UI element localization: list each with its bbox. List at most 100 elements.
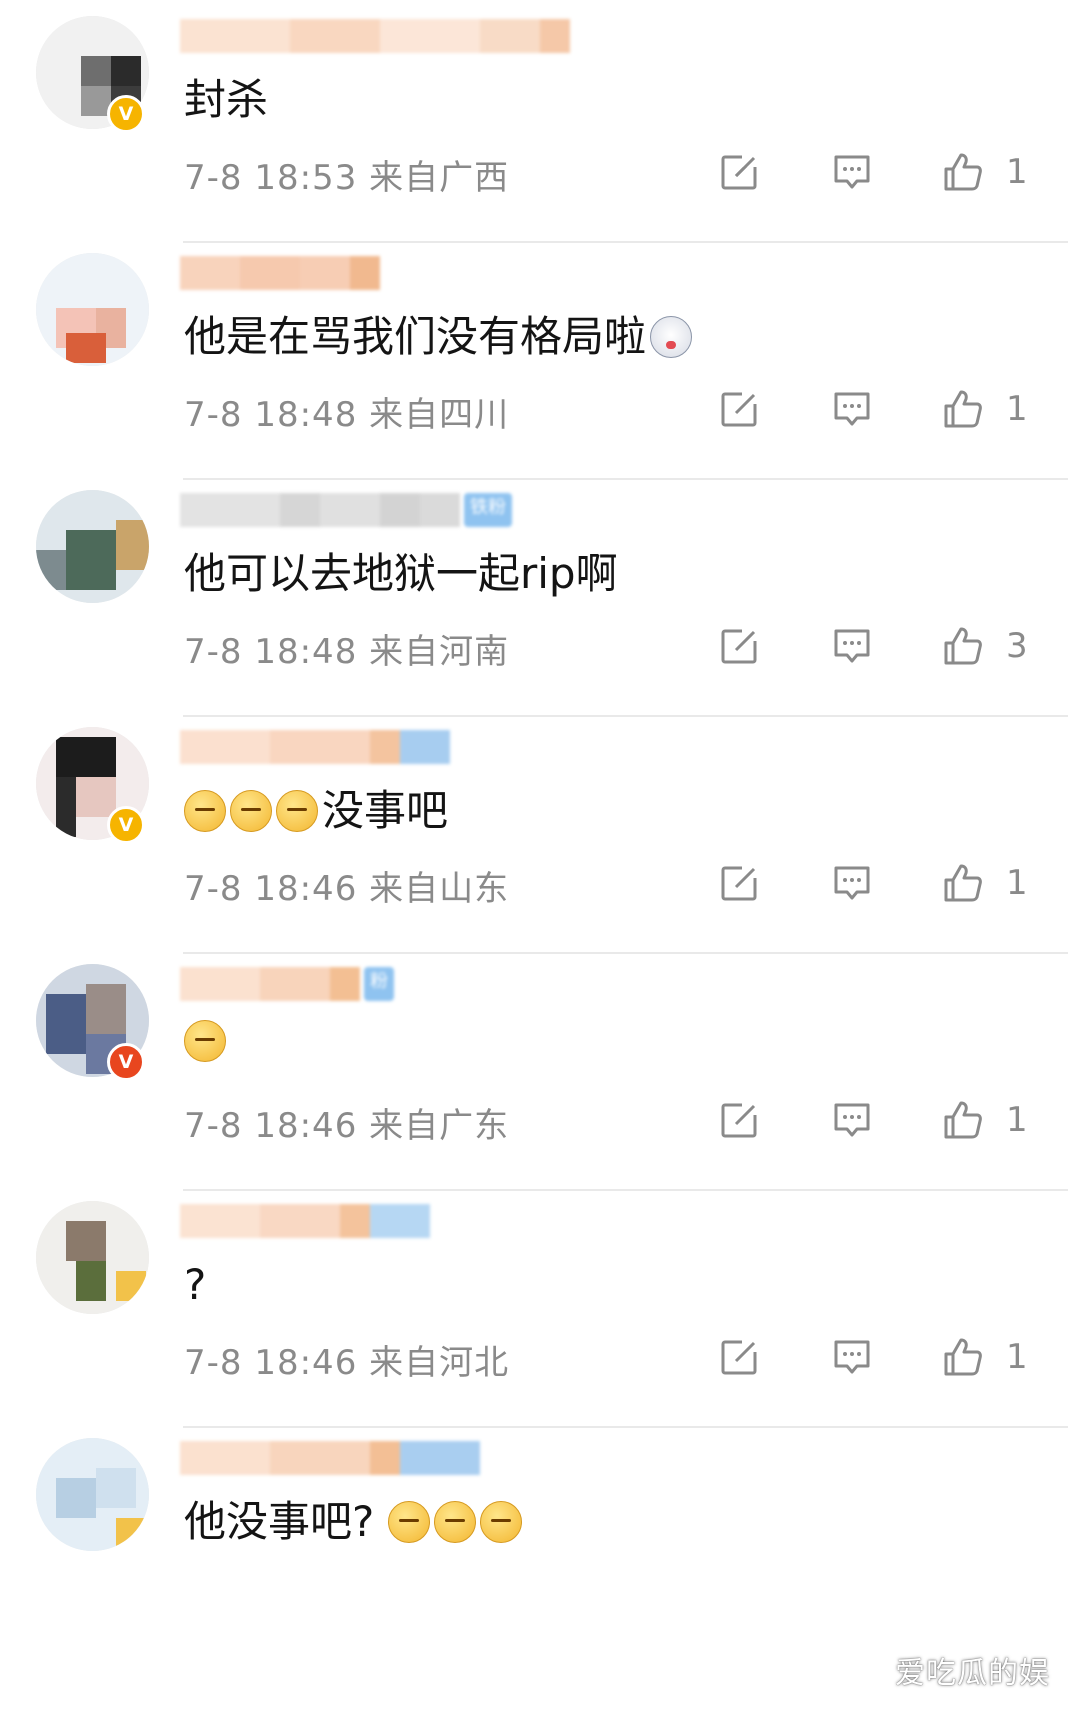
- like-count: 1: [1006, 1100, 1028, 1140]
- comment-item: 他是在骂我们没有格局啦 7-8 18:48 来自四川 1: [0, 237, 1080, 497]
- comment-location: 来自河北: [369, 1343, 510, 1383]
- username-blurred[interactable]: [180, 255, 380, 291]
- like-button[interactable]: 1: [942, 385, 1028, 433]
- repost-button[interactable]: [720, 622, 760, 670]
- watermark: 爱吃瓜的娱: [895, 1656, 1050, 1691]
- comment-meta: 7-8 18:46 来自山东: [184, 861, 509, 910]
- sweat-icon: [480, 1501, 523, 1543]
- repost-button[interactable]: [720, 859, 760, 907]
- like-button[interactable]: 1: [942, 1333, 1028, 1381]
- username-blurred[interactable]: [180, 1440, 480, 1476]
- like-count: 1: [1006, 863, 1028, 903]
- like-button[interactable]: 1: [942, 148, 1028, 196]
- like-button[interactable]: 3: [942, 622, 1028, 670]
- repost-button[interactable]: [720, 385, 760, 433]
- thumbs-up-icon: [944, 864, 982, 902]
- comment-item: 铁粉 他可以去地狱一起rip啊 7-8 18:48 来自河南 3: [0, 474, 1080, 734]
- comment-time: 7-8 18:46: [184, 869, 358, 909]
- verified-badge-icon: V: [107, 95, 145, 133]
- comment-time: 7-8 18:48: [184, 395, 358, 435]
- repost-icon: [721, 1102, 758, 1138]
- like-count: 3: [1006, 626, 1028, 666]
- comment-text: ?: [184, 1260, 207, 1309]
- avatar[interactable]: [36, 490, 149, 603]
- comment-icon: [834, 1340, 870, 1374]
- like-count: 1: [1006, 152, 1028, 192]
- comment-icon: [834, 1103, 870, 1137]
- comment-meta: 7-8 18:48 来自四川: [184, 387, 509, 436]
- comment-icon: [834, 866, 870, 900]
- repost-button[interactable]: [720, 1096, 760, 1144]
- comment-text: 他是在骂我们没有格局啦: [184, 309, 696, 365]
- comment-item: 他没事吧?: [0, 1422, 1080, 1682]
- comment-meta: 7-8 18:46 来自河北: [184, 1335, 509, 1384]
- like-button[interactable]: 1: [942, 859, 1028, 907]
- speechless-icon: [276, 790, 318, 832]
- doge-icon: [650, 316, 693, 358]
- comment-feed: V 封杀 7-8 18:53 来自广西 1 他是在骂我们没有格局啦 7-8 18…: [0, 0, 1080, 1714]
- comment-item: V 封杀 7-8 18:53 来自广西 1: [0, 0, 1080, 260]
- repost-button[interactable]: [720, 148, 760, 196]
- thumbs-up-icon: [944, 390, 982, 428]
- avatar[interactable]: [36, 253, 149, 366]
- fan-tag: 铁粉: [464, 493, 512, 527]
- avatar[interactable]: [36, 1438, 149, 1551]
- comment-icon: [834, 629, 870, 663]
- repost-icon: [721, 391, 758, 427]
- comment-text: 他可以去地狱一起rip啊: [184, 549, 618, 598]
- username-blurred[interactable]: 粉: [180, 966, 394, 1002]
- comment-actions: 1: [720, 148, 1050, 196]
- comment-actions: 1: [720, 1096, 1050, 1144]
- comment-meta: 7-8 18:53 来自广西: [184, 150, 509, 199]
- reply-button[interactable]: [832, 1333, 872, 1381]
- comment-actions: 3: [720, 622, 1050, 670]
- comment-location: 来自河南: [369, 632, 510, 672]
- like-count: 1: [1006, 389, 1028, 429]
- comment-text: [184, 1020, 230, 1062]
- thumbs-up-icon: [944, 627, 982, 665]
- like-button[interactable]: 1: [942, 1096, 1028, 1144]
- speechless-icon: [230, 790, 272, 832]
- comment-meta: 7-8 18:46 来自广东: [184, 1098, 509, 1147]
- reply-button[interactable]: [832, 385, 872, 433]
- thumbs-up-icon: [944, 1338, 982, 1376]
- reply-button[interactable]: [832, 148, 872, 196]
- sweat-icon: [434, 1501, 477, 1543]
- fan-tag: 粉: [364, 967, 394, 1001]
- reply-button[interactable]: [832, 622, 872, 670]
- confused-icon: [184, 1020, 226, 1062]
- comment-actions: 1: [720, 859, 1050, 907]
- comment-meta: 7-8 18:48 来自河南: [184, 624, 509, 673]
- comment-time: 7-8 18:53: [184, 158, 358, 198]
- username-blurred[interactable]: [180, 18, 570, 54]
- comment-time: 7-8 18:46: [184, 1343, 358, 1383]
- speechless-icon: [184, 790, 226, 832]
- sweat-icon: [388, 1501, 431, 1543]
- comment-actions: 1: [720, 1333, 1050, 1381]
- comment-item: V 粉 7-8 18:46 来自广东 1: [0, 948, 1080, 1208]
- comment-icon: [834, 392, 870, 426]
- comment-text: 封杀: [184, 75, 269, 124]
- verified-badge-icon: V: [107, 1043, 145, 1081]
- repost-icon: [721, 154, 758, 190]
- username-blurred[interactable]: [180, 1203, 430, 1239]
- comment-item: ? 7-8 18:46 来自河北 1: [0, 1185, 1080, 1445]
- comment-location: 来自四川: [369, 395, 510, 435]
- comment-location: 来自广西: [369, 158, 510, 198]
- comment-time: 7-8 18:48: [184, 632, 358, 672]
- username-blurred[interactable]: 铁粉: [180, 492, 512, 528]
- comment-icon: [834, 155, 870, 189]
- thumbs-up-icon: [944, 153, 982, 191]
- thumbs-up-icon: [944, 1101, 982, 1139]
- avatar[interactable]: [36, 1201, 149, 1314]
- username-blurred[interactable]: [180, 729, 450, 765]
- verified-badge-icon: V: [107, 806, 145, 844]
- comment-text: 没事吧: [184, 783, 448, 839]
- reply-button[interactable]: [832, 859, 872, 907]
- comment-text: 他没事吧?: [184, 1494, 526, 1550]
- comment-item: V 没事吧 7-8 18:46 来自山东 1: [0, 711, 1080, 971]
- reply-button[interactable]: [832, 1096, 872, 1144]
- comment-actions: 1: [720, 385, 1050, 433]
- repost-icon: [721, 1339, 758, 1375]
- repost-button[interactable]: [720, 1333, 760, 1381]
